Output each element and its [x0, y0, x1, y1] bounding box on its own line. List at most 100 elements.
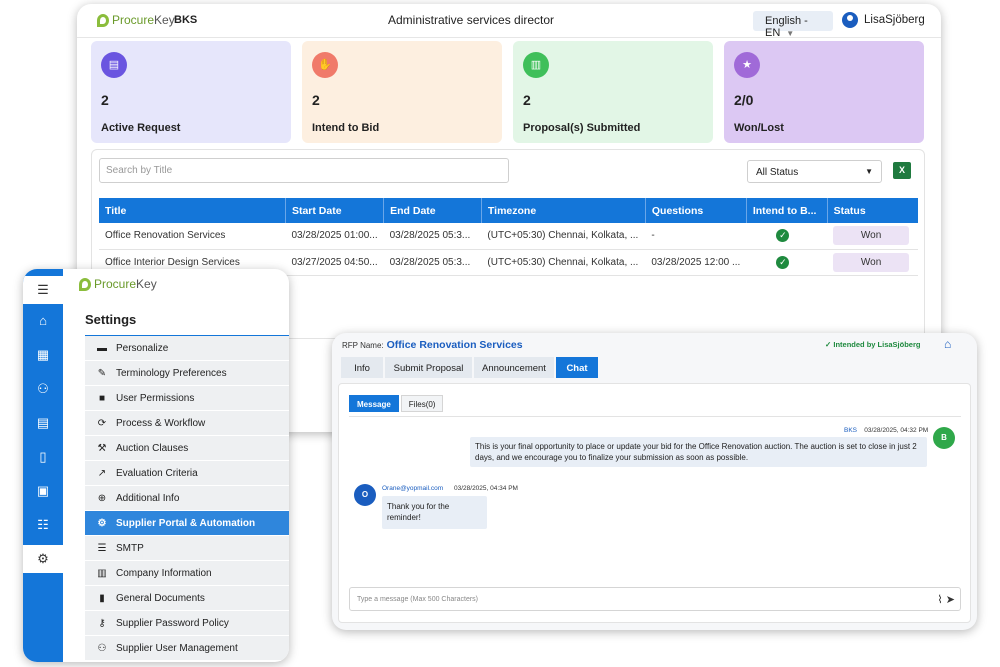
subtab-files[interactable]: Files(0)	[400, 395, 444, 412]
status-badge: Won	[833, 252, 910, 272]
avatar: B	[933, 427, 955, 449]
subtab-message[interactable]: Message	[349, 395, 399, 412]
logo-icon	[79, 277, 91, 291]
user-menu[interactable]: LisaSjöberg	[842, 12, 925, 28]
check-circle-icon: ✓	[776, 229, 790, 243]
trophy-icon: ★	[734, 52, 760, 78]
nav-rail: ☰ ⌂ ▦ ⚇ ▤ ▯ ▣ ☷ ⚙	[23, 269, 63, 662]
cell-end: 03/28/2025 05:3...	[383, 223, 482, 250]
attach-icon[interactable]: ⌇	[937, 594, 942, 606]
col-title[interactable]: Title	[99, 198, 286, 223]
cell-intend: ✓	[746, 223, 828, 250]
language-select[interactable]: English - EN ▼	[753, 11, 833, 39]
table-header: Title Start Date End Date Timezone Quest…	[99, 198, 918, 223]
status-filter-select[interactable]: All Status ▼	[747, 160, 882, 183]
check-circle-icon: ✓	[776, 255, 790, 269]
user-avatar-icon	[842, 12, 858, 28]
settings-item-general-docs[interactable]: ▮ General Documents	[85, 586, 289, 611]
file-icon: ▮	[99, 592, 105, 604]
settings-item-additional-info[interactable]: ⊕ Additional Info	[85, 486, 289, 511]
settings-item-personalize[interactable]: ▬ Personalize	[85, 336, 289, 361]
card-won-lost[interactable]: ★ 2/0 Won/Lost	[724, 41, 924, 143]
report-icon[interactable]: ▣	[23, 477, 63, 505]
settings-item-supplier-portal[interactable]: ⚙ Supplier Portal & Automation	[85, 511, 289, 536]
table-row[interactable]: Office Renovation Services 03/28/2025 01…	[99, 223, 918, 250]
message-meta: Orane@yopmail.com 03/28/2025, 04:34 PM	[382, 485, 518, 492]
cell-intend: ✓	[746, 249, 828, 276]
document-icon[interactable]: ▯	[23, 443, 63, 471]
avatar: O	[354, 484, 376, 506]
calendar-icon[interactable]: ▤	[23, 409, 63, 437]
cell-timezone: (UTC+05:30) Chennai, Kolkata, ...	[481, 223, 646, 250]
org-name: BKS	[174, 14, 198, 26]
excel-export-icon[interactable]: X	[893, 162, 911, 179]
home-icon[interactable]: ⌂	[944, 337, 951, 351]
key-icon: ⚷	[98, 617, 106, 629]
message-meta: BKS 03/28/2025, 04:32 PM	[844, 427, 929, 434]
procurekey-logo[interactable]: Procure Key	[97, 13, 175, 27]
divider	[349, 416, 961, 417]
requests-table: Title Start Date End Date Timezone Quest…	[99, 198, 918, 276]
settings-gear-icon[interactable]: ⚙	[23, 545, 63, 573]
col-questions[interactable]: Questions	[645, 198, 747, 223]
procurekey-logo[interactable]: Procure Key	[79, 277, 157, 291]
cell-timezone: (UTC+05:30) Chennai, Kolkata, ...	[481, 249, 646, 276]
settings-item-permissions[interactable]: ■ User Permissions	[85, 386, 289, 411]
cell-start: 03/28/2025 01:00...	[285, 223, 384, 250]
col-end-date[interactable]: End Date	[383, 198, 482, 223]
message-input[interactable]: Type a message (Max 500 Characters) ⌇ ➤	[349, 587, 961, 611]
cell-status: Won	[827, 223, 918, 250]
card-active-request[interactable]: ▤ 2 Active Request	[91, 41, 291, 143]
settings-item-workflow[interactable]: ⟳ Process & Workflow	[85, 411, 289, 436]
col-timezone[interactable]: Timezone	[481, 198, 646, 223]
tab-chat[interactable]: Chat	[556, 357, 598, 378]
top-bar: Procure Key BKS Administrative services d…	[77, 4, 941, 39]
cell-questions: -	[645, 223, 747, 250]
rfp-chat-window: RFP Name: Office Renovation Services ✓ In…	[332, 333, 977, 630]
chat-subtabs: Message Files(0)	[349, 395, 445, 412]
tab-announcement[interactable]: Announcement	[474, 357, 554, 378]
user-name: LisaSjöberg	[864, 14, 925, 26]
page-title: Administrative services director	[388, 13, 555, 27]
col-intend-to-bid[interactable]: Intend to B...	[746, 198, 828, 223]
monitor-icon: ▬	[97, 342, 107, 354]
cell-end: 03/28/2025 05:3...	[383, 249, 482, 276]
tab-submit-proposal[interactable]: Submit Proposal	[385, 357, 472, 378]
col-status[interactable]: Status	[827, 198, 918, 223]
status-badge: Won	[833, 226, 910, 246]
settings-item-terminology[interactable]: ✎ Terminology Preferences	[85, 361, 289, 386]
col-start-date[interactable]: Start Date	[285, 198, 385, 223]
logo-icon	[97, 13, 109, 27]
dashboard-icon[interactable]: ▦	[23, 341, 63, 369]
settings-title: Settings	[85, 312, 137, 327]
building-icon: ▥	[97, 567, 107, 579]
clipboard-icon: ▥	[523, 52, 549, 78]
send-icon[interactable]: ➤	[946, 594, 955, 606]
server-icon: ☰	[97, 542, 107, 554]
settings-item-company-info[interactable]: ▥ Company Information	[85, 561, 289, 586]
menu-toggle-icon[interactable]: ☰	[23, 276, 63, 304]
cell-title[interactable]: Office Renovation Services	[99, 223, 286, 250]
chart-line-icon: ↗	[97, 467, 107, 479]
pencil-icon: ✎	[97, 367, 107, 379]
tab-info[interactable]: Info	[341, 357, 383, 378]
settings-menu: ▬ Personalize ✎ Terminology Preferences ■ U…	[85, 336, 289, 661]
search-input[interactable]: Search by Title	[99, 158, 509, 183]
sync-icon: ⟳	[97, 417, 107, 429]
settings-item-auction-clauses[interactable]: ⚒ Auction Clauses	[85, 436, 289, 461]
settings-item-smtp[interactable]: ☰ SMTP	[85, 536, 289, 561]
chevron-down-icon: ▼	[786, 29, 795, 38]
users-icon: ⚇	[97, 642, 107, 654]
settings-item-evaluation[interactable]: ↗ Evaluation Criteria	[85, 461, 289, 486]
rfp-name: Office Renovation Services	[386, 339, 523, 351]
cell-status: Won	[827, 249, 918, 276]
home-icon[interactable]: ⌂	[23, 307, 63, 335]
settings-item-user-management[interactable]: ⚇ Supplier User Management	[85, 636, 289, 661]
cell-questions: 03/28/2025 12:00 ...	[645, 249, 747, 276]
card-proposals-submitted[interactable]: ▥ 2 Proposal(s) Submitted	[513, 41, 713, 143]
checklist-icon[interactable]: ☷	[23, 511, 63, 539]
users-icon[interactable]: ⚇	[23, 375, 63, 403]
settings-item-password-policy[interactable]: ⚷ Supplier Password Policy	[85, 611, 289, 636]
settings-window: ☰ ⌂ ▦ ⚇ ▤ ▯ ▣ ☷ ⚙ Procure Key Settings ▬ P…	[23, 269, 289, 662]
card-intend-to-bid[interactable]: ✋ 2 Intend to Bid	[302, 41, 502, 143]
